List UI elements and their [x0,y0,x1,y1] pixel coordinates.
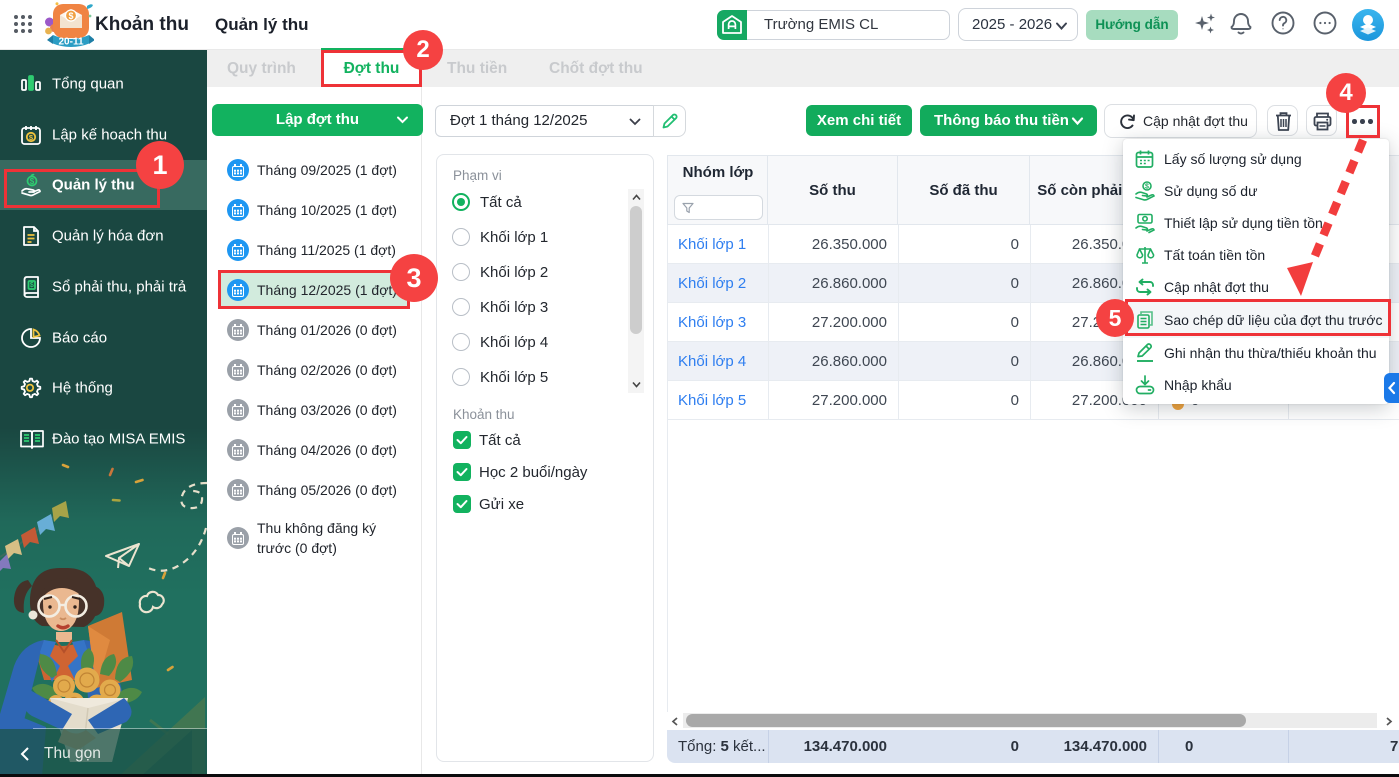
svg-text:$: $ [68,11,73,21]
svg-text:$: $ [1145,183,1149,190]
svg-text:20-11: 20-11 [58,37,83,48]
svg-text:$: $ [30,282,34,289]
